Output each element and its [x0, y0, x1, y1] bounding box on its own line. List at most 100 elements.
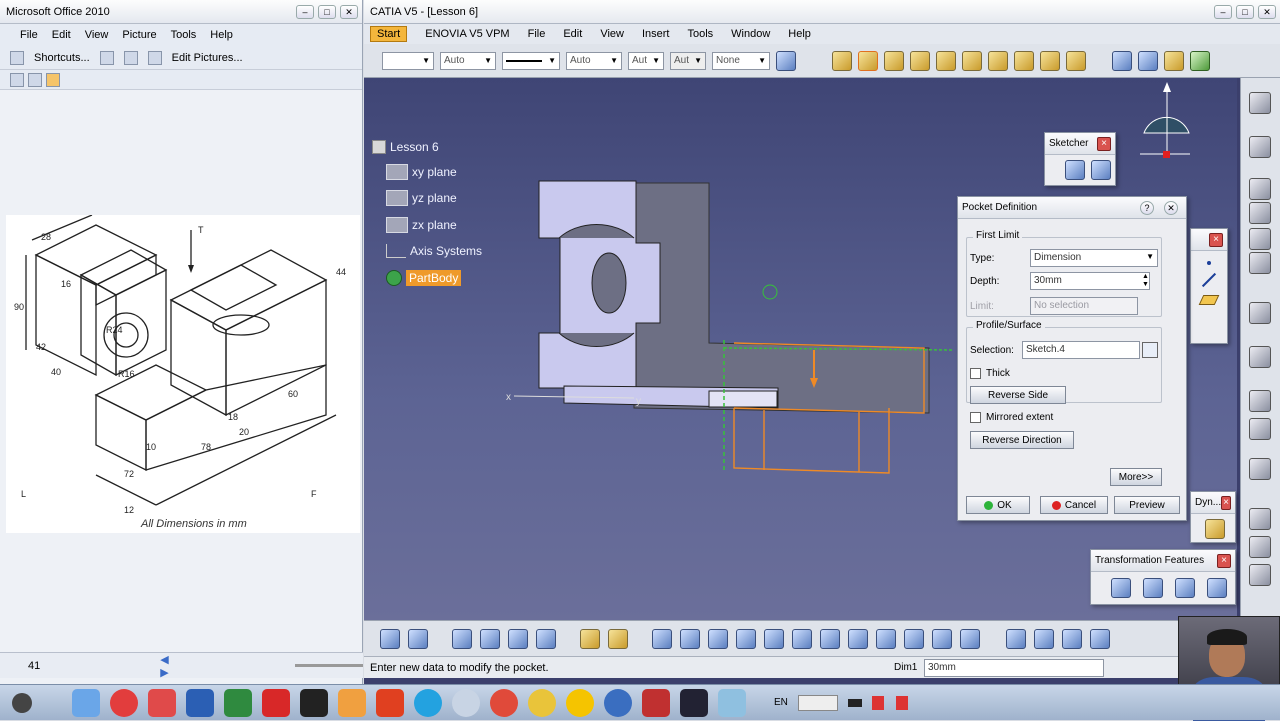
pan-icon[interactable] [708, 628, 728, 649]
shading-icon[interactable] [904, 628, 924, 649]
close-icon[interactable]: × [1209, 232, 1223, 247]
fit-all-icon[interactable] [680, 628, 700, 649]
rotate-icon[interactable] [736, 628, 756, 649]
limit-field[interactable]: No selection [1030, 297, 1138, 315]
measure-between-icon[interactable] [1062, 628, 1082, 649]
single-view-icon[interactable] [46, 72, 60, 87]
menu-edit[interactable]: Edit [563, 28, 582, 40]
hide-show-icon[interactable] [536, 628, 556, 649]
minimize-button[interactable]: – [296, 4, 314, 19]
tree-item-yz-plane[interactable]: yz plane [386, 190, 457, 206]
pocket-icon[interactable] [858, 50, 878, 71]
sketch-edit-icon[interactable] [1142, 342, 1158, 358]
catia-taskbar-icon[interactable] [300, 688, 328, 717]
dim-input[interactable]: 30mm [924, 658, 1104, 677]
excel-icon[interactable] [224, 688, 252, 717]
pad-icon[interactable] [832, 50, 852, 71]
filmstrip-view-icon[interactable] [28, 72, 42, 87]
transparency-combo[interactable]: Aut ▼ [670, 51, 706, 70]
nav-arrows[interactable]: ◀ ▶ [160, 653, 175, 679]
help-button[interactable]: ? [1140, 200, 1154, 215]
language-indicator[interactable]: EN [774, 697, 788, 708]
menu-help[interactable]: Help [210, 29, 233, 41]
media-icon[interactable] [680, 688, 708, 717]
dialog-close-button[interactable]: ✕ [1164, 200, 1178, 215]
flash-icon[interactable] [376, 688, 404, 717]
depth-spinner[interactable]: ▲ ▼ [1142, 273, 1149, 289]
stiffener-icon[interactable] [1014, 50, 1034, 71]
thickness-combo[interactable]: Auto ▼ [566, 51, 622, 70]
menu-file[interactable]: File [20, 29, 38, 41]
safari-icon[interactable] [452, 688, 480, 717]
chart-app-icon[interactable] [642, 688, 670, 717]
linetype-combo[interactable]: ▼ [502, 51, 560, 70]
translation-icon[interactable] [1111, 578, 1131, 598]
cancel-button[interactable]: Cancel [1040, 496, 1108, 514]
select-icon[interactable] [1249, 346, 1271, 368]
fillet-icon[interactable] [1066, 50, 1086, 71]
word-icon[interactable] [186, 688, 214, 717]
style-combo[interactable]: None ▼ [712, 51, 770, 70]
sketch-icon[interactable] [1065, 160, 1085, 180]
close-icon[interactable]: × [1217, 553, 1231, 568]
positioned-sketch-icon[interactable] [1091, 160, 1111, 180]
menu-picture[interactable]: Picture [122, 29, 156, 41]
keyboard-icon[interactable] [797, 694, 838, 711]
thick-checkbox[interactable] [970, 368, 981, 379]
multi-view-icon[interactable] [848, 628, 868, 649]
tray-icons[interactable] [871, 695, 932, 710]
sketch-analysis-icon[interactable] [1249, 178, 1271, 200]
chrome-icon[interactable] [528, 688, 556, 717]
thumbnail-view-icon[interactable] [10, 72, 24, 87]
tree-root[interactable]: Lesson 6 [372, 140, 439, 154]
operation-icon[interactable] [1249, 252, 1271, 274]
analysis-icon[interactable] [1249, 458, 1271, 480]
layer-combo[interactable]: ▼ [382, 51, 434, 70]
edit-pictures-button[interactable]: Edit Pictures... [172, 52, 243, 64]
close-button[interactable]: ✕ [340, 4, 358, 19]
compass-icon[interactable] [1140, 82, 1190, 158]
knowledge-icon[interactable] [1090, 628, 1110, 649]
apply-material-icon[interactable] [1164, 50, 1184, 71]
norton-icon[interactable] [566, 688, 594, 717]
formula-icon[interactable] [380, 628, 400, 649]
measure-icon[interactable] [1190, 50, 1210, 71]
catia-minimize-button[interactable]: – [1214, 4, 1232, 19]
tree-root-label[interactable]: Lesson 6 [390, 140, 439, 154]
comment-icon[interactable] [408, 628, 428, 649]
close-icon[interactable]: × [1097, 136, 1111, 151]
itunes-icon[interactable] [110, 688, 138, 717]
menu-file[interactable]: File [528, 28, 546, 40]
menu-window[interactable]: Window [731, 28, 770, 40]
menu-tools[interactable]: Tools [687, 28, 713, 40]
capture-icon[interactable] [1006, 628, 1026, 649]
close-icon[interactable]: × [1221, 495, 1231, 510]
tree-icon[interactable] [480, 628, 500, 649]
preview-button[interactable]: Preview [1114, 496, 1180, 514]
plane-icon[interactable] [1198, 295, 1220, 305]
rotate-left-icon[interactable] [99, 50, 114, 65]
multisection-icon[interactable] [1040, 50, 1060, 71]
rib-icon[interactable] [962, 50, 982, 71]
scaling-icon[interactable] [1207, 578, 1227, 598]
save-icon[interactable] [1249, 136, 1271, 158]
mirror-icon[interactable] [1143, 578, 1163, 598]
hide-icon[interactable] [932, 628, 952, 649]
menu-view[interactable]: View [85, 29, 109, 41]
menu-start[interactable]: Start [370, 26, 408, 42]
more-button[interactable]: More>> [1110, 468, 1162, 486]
line-icon[interactable] [1201, 272, 1217, 288]
tree-item-axis-systems[interactable]: Axis Systems [386, 244, 482, 258]
photo-icon[interactable] [148, 688, 176, 717]
reframe-icon[interactable] [508, 628, 528, 649]
zoom-in-icon[interactable] [764, 628, 784, 649]
filter-icon[interactable] [608, 628, 628, 649]
point-icon[interactable] [1207, 261, 1211, 265]
tree-item-label[interactable]: PartBody [406, 270, 462, 286]
pattern-icon[interactable] [1175, 578, 1195, 598]
menu-tools[interactable]: Tools [171, 29, 197, 41]
menu-help[interactable]: Help [788, 28, 811, 40]
zoom-out-icon[interactable] [792, 628, 812, 649]
reverse-direction-button[interactable]: Reverse Direction [970, 431, 1074, 449]
network-icon[interactable] [604, 688, 632, 717]
